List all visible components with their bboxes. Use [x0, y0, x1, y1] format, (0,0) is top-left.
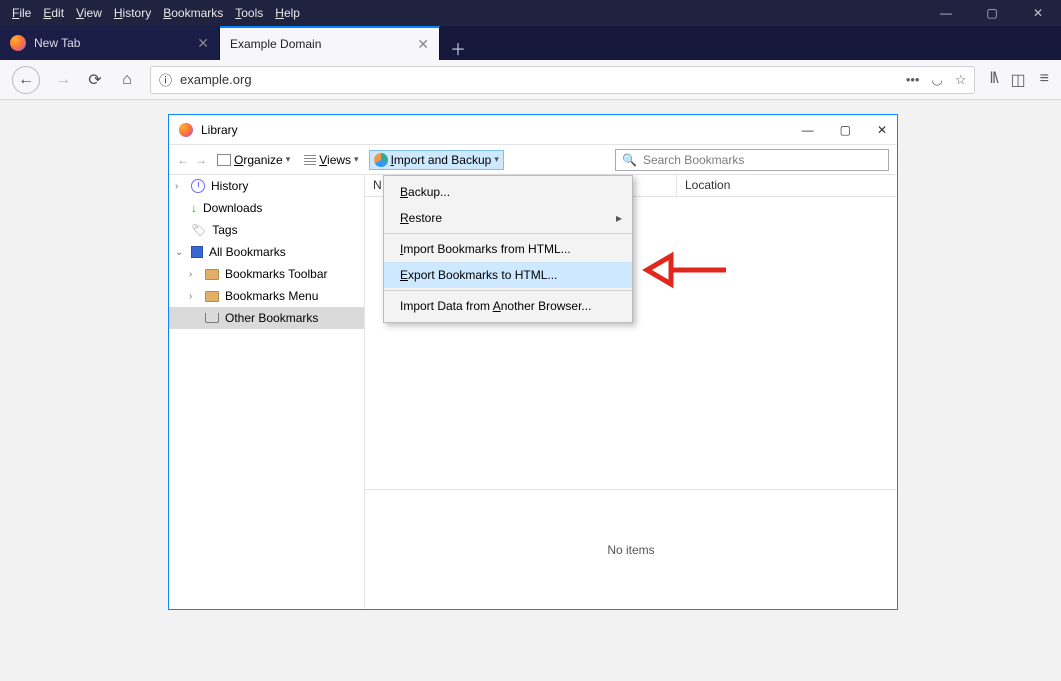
library-minimize-button[interactable]: —: [802, 123, 814, 137]
menu-item-label: Import Data from Another Browser...: [400, 299, 591, 313]
column-location[interactable]: Location: [677, 175, 897, 196]
pocket-icon[interactable]: ◡: [931, 72, 942, 88]
library-titlebar[interactable]: Library — ▢ ✕: [169, 115, 897, 145]
firefox-icon: [10, 35, 26, 51]
tab-bar: New Tab ✕ Example Domain ✕ ＋: [0, 26, 1061, 60]
import-backup-dropdown: Backup... Restore ▸ Import Bookmarks fro…: [383, 175, 633, 323]
folder-icon: [205, 291, 219, 302]
download-icon: ↓: [191, 201, 197, 215]
app-menubar: File Edit View History Bookmarks Tools H…: [0, 0, 1061, 26]
menu-import-bookmarks-html[interactable]: Import Bookmarks from HTML...: [384, 236, 632, 262]
library-toolbar: ← → Organize ▾ Views ▾ Import and Backup…: [169, 145, 897, 175]
library-title: Library: [201, 123, 238, 137]
bookmark-star-icon[interactable]: ☆: [955, 72, 967, 88]
reload-button[interactable]: ⟳: [86, 70, 104, 90]
menu-help[interactable]: Help: [269, 2, 306, 24]
sidebar-item-history[interactable]: › History: [169, 175, 364, 197]
firefox-icon: [179, 123, 193, 137]
library-close-button[interactable]: ✕: [877, 123, 887, 137]
sidebar-item-all-bookmarks[interactable]: ⌄ All Bookmarks: [169, 241, 364, 263]
site-info-icon[interactable]: ⓘ: [159, 70, 172, 89]
menu-history[interactable]: History: [108, 2, 157, 24]
menu-file[interactable]: File: [6, 2, 37, 24]
menu-view[interactable]: View: [70, 2, 108, 24]
views-icon: [304, 155, 316, 165]
new-tab-button[interactable]: ＋: [440, 36, 476, 60]
page-actions-icon[interactable]: •••: [906, 72, 920, 88]
menu-bookmarks[interactable]: Bookmarks: [157, 2, 229, 24]
library-back-button[interactable]: ←: [177, 153, 189, 167]
content-area: Library — ▢ ✕ ← → Organize ▾ Views ▾: [0, 100, 1061, 681]
window-maximize-button[interactable]: ▢: [969, 0, 1015, 26]
organize-icon: [217, 154, 231, 166]
close-tab-icon[interactable]: ✕: [197, 35, 209, 52]
navigation-toolbar: ← → ⟳ ⌂ ⓘ example.org ••• ◡ ☆ ǁ\ ◫ ≡: [0, 60, 1061, 100]
import-backup-icon: [374, 153, 388, 167]
tab-label: Example Domain: [230, 37, 321, 51]
window-controls: — ▢ ✕: [923, 0, 1061, 26]
window-minimize-button[interactable]: —: [923, 0, 969, 26]
menu-separator: [384, 233, 632, 234]
menu-import-another-browser[interactable]: Import Data from Another Browser...: [384, 293, 632, 319]
views-menu[interactable]: Views ▾: [300, 151, 362, 169]
no-items-label: No items: [607, 543, 654, 557]
close-tab-icon[interactable]: ✕: [417, 36, 429, 53]
sidebar-item-other-bookmarks[interactable]: Other Bookmarks: [169, 307, 364, 329]
library-icon[interactable]: ǁ\: [989, 70, 996, 90]
bookmarks-icon: [191, 246, 203, 258]
tab-new-tab[interactable]: New Tab ✕: [0, 26, 220, 60]
tab-label: New Tab: [34, 36, 80, 50]
home-button[interactable]: ⌂: [118, 71, 136, 89]
back-button[interactable]: ←: [12, 66, 40, 94]
sidebar-item-tags[interactable]: 🏷 Tags: [169, 219, 364, 241]
organize-menu[interactable]: Organize ▾: [213, 151, 294, 169]
hamburger-menu-icon[interactable]: ≡: [1040, 70, 1049, 90]
library-forward-button[interactable]: →: [195, 153, 207, 167]
library-maximize-button[interactable]: ▢: [840, 123, 851, 137]
address-bar[interactable]: ⓘ example.org ••• ◡ ☆: [150, 66, 975, 94]
sidebar-item-downloads[interactable]: ↓ Downloads: [169, 197, 364, 219]
sidebar-item-bookmarks-menu[interactable]: › Bookmarks Menu: [169, 285, 364, 307]
tag-icon: 🏷: [191, 223, 206, 237]
menu-tools[interactable]: Tools: [229, 2, 269, 24]
tab-example-domain[interactable]: Example Domain ✕: [220, 26, 440, 60]
window-close-button[interactable]: ✕: [1015, 0, 1061, 26]
library-sidebar: › History ↓ Downloads 🏷 Tags ⌄ All Bookm…: [169, 175, 365, 609]
menu-restore[interactable]: Restore ▸: [384, 205, 632, 231]
forward-button[interactable]: →: [54, 71, 72, 89]
url-text: example.org: [180, 72, 252, 87]
menu-backup[interactable]: Backup...: [384, 179, 632, 205]
sidebars-icon[interactable]: ◫: [1011, 70, 1026, 90]
library-details-pane: No items: [365, 489, 897, 609]
tray-icon: [205, 313, 219, 323]
search-icon: 🔍: [622, 153, 637, 167]
menu-edit[interactable]: Edit: [37, 2, 70, 24]
submenu-arrow-icon: ▸: [616, 211, 622, 225]
menu-separator: [384, 290, 632, 291]
import-backup-menu[interactable]: Import and Backup ▾: [369, 150, 504, 170]
folder-icon: [205, 269, 219, 280]
search-placeholder: Search Bookmarks: [643, 153, 744, 167]
clock-icon: [191, 179, 205, 193]
library-search-input[interactable]: 🔍 Search Bookmarks: [615, 149, 889, 171]
library-window: Library — ▢ ✕ ← → Organize ▾ Views ▾: [168, 114, 898, 610]
menu-export-bookmarks-html[interactable]: Export Bookmarks to HTML...: [384, 262, 632, 288]
sidebar-item-bookmarks-toolbar[interactable]: › Bookmarks Toolbar: [169, 263, 364, 285]
